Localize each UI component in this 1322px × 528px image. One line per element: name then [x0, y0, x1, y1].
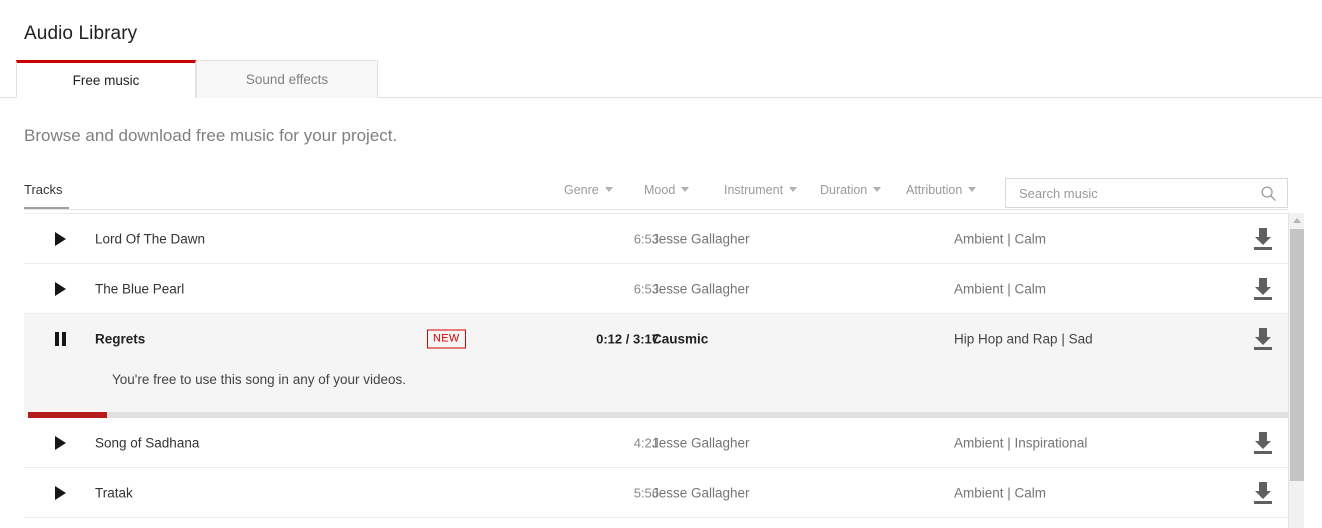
chevron-down-icon: [873, 187, 882, 192]
filter-genre[interactable]: Genre: [564, 183, 613, 197]
track-artist: Jesse Gallagher: [652, 281, 750, 297]
filter-duration-label: Duration: [820, 183, 868, 197]
play-button[interactable]: [50, 278, 72, 300]
track-category: Hip Hop and Rap | Sad: [954, 331, 1093, 347]
play-button[interactable]: [50, 432, 72, 454]
tab-sound-effects[interactable]: Sound effects: [196, 60, 378, 98]
track-category: Ambient | Inspirational: [954, 435, 1088, 451]
chevron-up-icon[interactable]: [1293, 218, 1301, 223]
download-button[interactable]: [1252, 431, 1278, 455]
table-row[interactable]: Lord Of The Dawn 6:53 Jesse Gallagher Am…: [24, 214, 1288, 264]
pause-icon: [55, 332, 67, 346]
download-button[interactable]: [1252, 277, 1278, 301]
filter-instrument-label: Instrument: [724, 183, 784, 197]
download-icon-head: [1255, 337, 1271, 345]
chevron-down-icon: [681, 187, 690, 192]
filter-instrument[interactable]: Instrument: [724, 183, 798, 197]
track-artist: Jesse Gallagher: [652, 231, 750, 247]
track-artist: Jesse Gallagher: [652, 485, 750, 501]
filter-attribution[interactable]: Attribution: [906, 183, 977, 197]
track-category: Ambient | Calm: [954, 485, 1047, 501]
play-button[interactable]: [50, 228, 72, 250]
page-subtitle: Browse and download free music for your …: [24, 126, 398, 145]
list-scrollbar[interactable]: [1288, 213, 1304, 528]
scrollbar-thumb[interactable]: [1290, 229, 1304, 481]
table-row[interactable]: Song of Sadhana 4:21 Jesse Gallagher Amb…: [24, 418, 1288, 468]
play-icon: [55, 486, 66, 500]
filter-mood-label: Mood: [644, 183, 676, 197]
chevron-down-icon: [789, 187, 798, 192]
download-icon-bar: [1254, 501, 1272, 504]
track-title[interactable]: Lord Of The Dawn: [95, 232, 205, 247]
tab-bar: Free music Sound effects: [0, 60, 1322, 98]
status-badge: NEW: [427, 329, 466, 349]
track-category: Ambient | Calm: [954, 231, 1047, 247]
track-title[interactable]: Regrets: [95, 332, 145, 347]
search-icon[interactable]: [1260, 185, 1277, 202]
download-icon-bar: [1254, 247, 1272, 250]
page-title: Audio Library: [24, 23, 138, 44]
track-artist: Jesse Gallagher: [652, 435, 750, 451]
audio-library-page: Audio Library Free music Sound effects B…: [0, 0, 1322, 528]
track-category: Ambient | Calm: [954, 281, 1047, 297]
filter-mood[interactable]: Mood: [644, 183, 690, 197]
download-icon-head: [1255, 287, 1271, 295]
pause-button[interactable]: [50, 328, 72, 350]
chevron-down-icon: [604, 187, 613, 192]
filter-duration[interactable]: Duration: [820, 183, 882, 197]
filter-genre-label: Genre: [564, 183, 599, 197]
play-icon: [55, 282, 66, 296]
download-icon-head: [1255, 237, 1271, 245]
download-button[interactable]: [1252, 481, 1278, 505]
download-icon-bar: [1254, 297, 1272, 300]
table-row[interactable]: The Blue Pearl 6:53 Jesse Gallagher Ambi…: [24, 264, 1288, 314]
track-playback-time: 0:12 / 3:17: [596, 331, 659, 347]
table-row-active[interactable]: Regrets NEW 0:12 / 3:17 Causmic Hip Hop …: [24, 314, 1288, 418]
play-icon: [55, 436, 66, 450]
toolbar: Tracks Genre Mood Instrument Duration At…: [24, 176, 1288, 210]
download-icon-bar: [1254, 451, 1272, 454]
track-license-note: You're free to use this song in any of y…: [112, 372, 407, 387]
search-input[interactable]: [1017, 179, 1252, 207]
table-row[interactable]: Tratak 5:56 Jesse Gallagher Ambient | Ca…: [24, 468, 1288, 518]
search-box[interactable]: [1005, 178, 1288, 208]
download-button[interactable]: [1252, 327, 1278, 351]
tab-free-music[interactable]: Free music: [16, 60, 196, 98]
track-title[interactable]: The Blue Pearl: [95, 282, 184, 297]
toolbar-divider: [24, 209, 1288, 210]
chevron-down-icon: [968, 187, 977, 192]
download-button[interactable]: [1252, 227, 1278, 251]
download-icon-head: [1255, 491, 1271, 499]
track-artist: Causmic: [652, 331, 709, 347]
play-icon: [55, 232, 66, 246]
track-title[interactable]: Tratak: [95, 486, 133, 501]
filter-attribution-label: Attribution: [906, 183, 963, 197]
track-title[interactable]: Song of Sadhana: [95, 436, 199, 451]
download-icon-bar: [1254, 347, 1272, 350]
track-list: Lord Of The Dawn 6:53 Jesse Gallagher Am…: [24, 213, 1288, 528]
play-button[interactable]: [50, 482, 72, 504]
download-icon-head: [1255, 441, 1271, 449]
tab-tracks[interactable]: Tracks: [24, 182, 63, 197]
